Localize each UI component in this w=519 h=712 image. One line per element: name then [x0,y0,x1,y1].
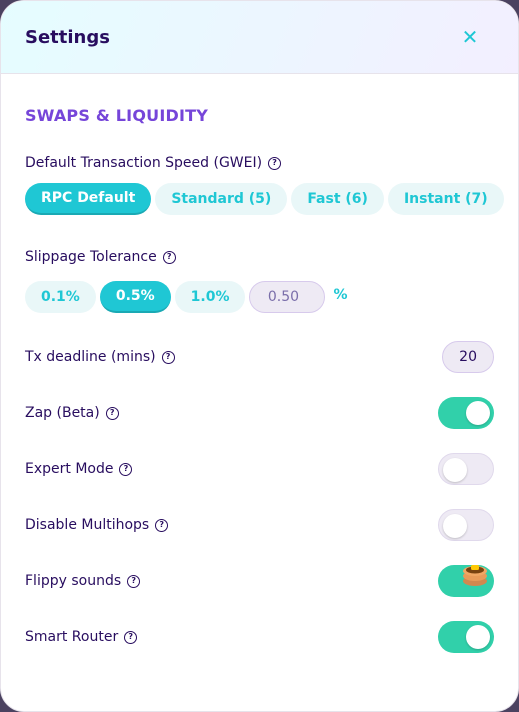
smart-router-row: Smart Router ? [25,621,494,653]
smart-router-label: Smart Router [25,629,119,645]
flippy-sounds-label-row: Flippy sounds ? [25,573,141,589]
gas-option-instant[interactable]: Instant (7) [387,183,504,215]
pancake-icon [463,565,487,586]
gas-option-rpc-default[interactable]: RPC Default [25,183,152,215]
gas-speed-options: RPC Default Standard (5) Fast (6) Instan… [25,183,504,215]
slippage-label-row: Slippage Tolerance ? [25,249,494,265]
smart-router-label-row: Smart Router ? [25,629,138,645]
slippage-option-1-0[interactable]: 1.0% [174,281,246,313]
disable-multihops-label-row: Disable Multihops ? [25,517,169,533]
question-circle-icon[interactable]: ? [162,250,176,264]
toggle-knob [443,514,467,538]
gas-option-fast[interactable]: Fast (6) [291,183,384,215]
expert-mode-toggle[interactable] [438,453,494,485]
slippage-label: Slippage Tolerance [25,249,157,265]
toggle-knob [443,458,467,482]
smart-router-toggle[interactable] [438,621,494,653]
modal-title: Settings [25,26,110,48]
deadline-input[interactable]: 20 [442,341,494,373]
modal-body: SWAPS & LIQUIDITY Default Transaction Sp… [1,106,518,653]
disable-multihops-toggle[interactable] [438,509,494,541]
question-circle-icon[interactable]: ? [127,574,141,588]
zap-label-row: Zap (Beta) ? [25,405,119,421]
close-icon: ✕ [461,25,479,49]
disable-multihops-label: Disable Multihops [25,517,150,533]
question-circle-icon[interactable]: ? [105,406,119,420]
slippage-option-0-5[interactable]: 0.5% [99,281,171,313]
deadline-label-row: Tx deadline (mins) ? [25,349,175,365]
slippage-input[interactable]: 0.50 [249,281,326,313]
slippage-percent-unit: % [333,287,348,303]
zap-row: Zap (Beta) ? [25,397,494,429]
slippage-options: 0.1% 0.5% 1.0% 0.50 % [25,281,494,313]
flippy-sounds-label: Flippy sounds [25,573,122,589]
expert-mode-label-row: Expert Mode ? [25,461,133,477]
disable-multihops-row: Disable Multihops ? [25,509,494,541]
deadline-label: Tx deadline (mins) [25,349,156,365]
toggle-knob [466,625,490,649]
toggle-knob [466,401,490,425]
flippy-sounds-row: Flippy sounds ? [25,565,494,597]
section-title: SWAPS & LIQUIDITY [25,106,209,125]
zap-label: Zap (Beta) [25,405,100,421]
gas-speed-label-row: Default Transaction Speed (GWEI) ? [25,155,494,171]
question-circle-icon[interactable]: ? [161,350,175,364]
expert-mode-row: Expert Mode ? [25,453,494,485]
settings-modal: Settings ✕ SWAPS & LIQUIDITY Default Tra… [0,0,519,712]
gas-speed-label: Default Transaction Speed (GWEI) [25,155,263,171]
question-circle-icon[interactable]: ? [268,156,282,170]
modal-header: Settings ✕ [1,1,518,74]
deadline-row: Tx deadline (mins) ? 20 [25,341,494,373]
zap-toggle[interactable] [438,397,494,429]
flippy-sounds-toggle[interactable] [438,565,494,597]
question-circle-icon[interactable]: ? [124,630,138,644]
slippage-option-0-1[interactable]: 0.1% [25,281,96,313]
question-circle-icon[interactable]: ? [119,462,133,476]
expert-mode-label: Expert Mode [25,461,114,477]
question-circle-icon[interactable]: ? [155,518,169,532]
close-button[interactable]: ✕ [458,25,482,49]
gas-option-standard[interactable]: Standard (5) [155,183,288,215]
